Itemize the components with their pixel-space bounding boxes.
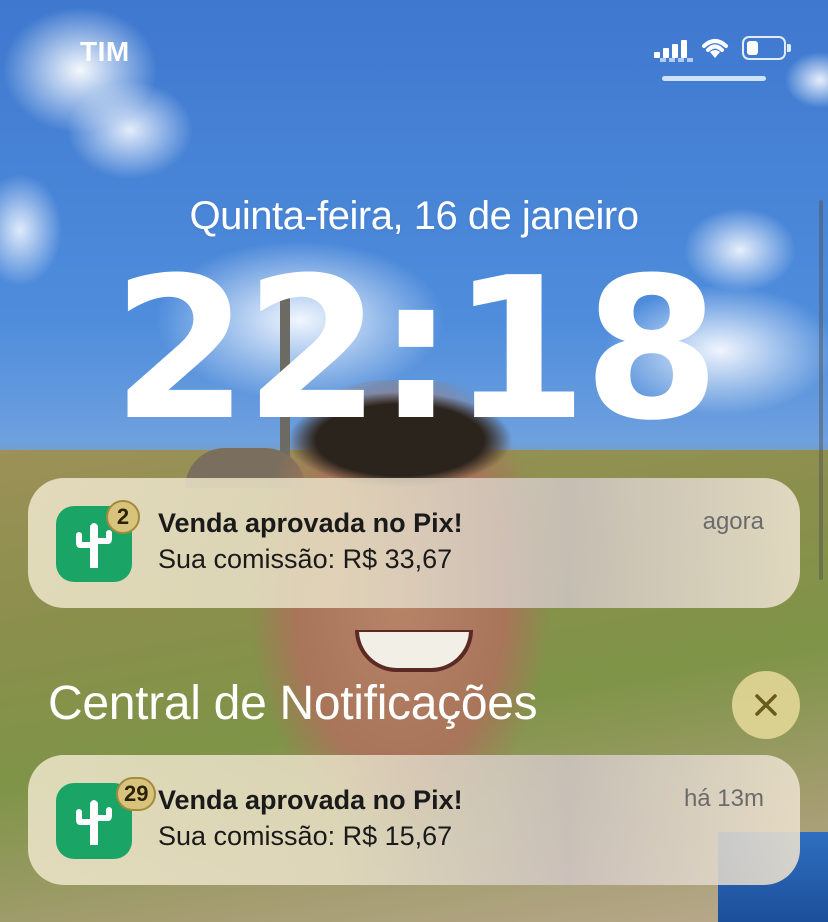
notification-body: Sua comissão: R$ 33,67 bbox=[158, 544, 453, 574]
battery-icon bbox=[742, 36, 791, 60]
notification-card[interactable]: 29 Venda aprovada no Pix! Sua comissão: … bbox=[28, 755, 800, 901]
status-bar: TIM bbox=[0, 0, 828, 90]
notification-center-title: Central de Notificações bbox=[48, 677, 538, 730]
lock-screen-date: Quinta-feira, 16 de janeiro bbox=[189, 194, 640, 238]
battery-level bbox=[747, 41, 758, 55]
notification-body: Sua comissão: R$ 15,67 bbox=[158, 821, 453, 851]
cellular-signal-icon bbox=[654, 38, 690, 58]
app-icon: 29 bbox=[56, 777, 157, 859]
signal-dots bbox=[660, 58, 696, 62]
notification-count-badge: 29 bbox=[116, 777, 157, 811]
scroll-indicator bbox=[819, 200, 823, 580]
app-icon: 2 bbox=[56, 500, 140, 582]
carrier-label: TIM bbox=[80, 36, 130, 67]
cactus-icon bbox=[76, 800, 112, 845]
notification-title: Venda aprovada no Pix! bbox=[158, 508, 463, 538]
notification-card[interactable]: 2 Venda aprovada no Pix! Sua comissão: R… bbox=[28, 478, 800, 624]
wifi-icon bbox=[702, 39, 728, 58]
notification-title: Venda aprovada no Pix! bbox=[158, 785, 463, 815]
close-icon bbox=[755, 694, 777, 716]
control-center-indicator[interactable] bbox=[662, 76, 766, 81]
clear-notifications-button[interactable] bbox=[732, 671, 800, 739]
notification-count-badge: 2 bbox=[106, 500, 140, 534]
notification-time: agora bbox=[702, 508, 764, 535]
notification-time: há 13m bbox=[683, 785, 764, 812]
lock-screen-time: 22:18 bbox=[112, 236, 720, 464]
